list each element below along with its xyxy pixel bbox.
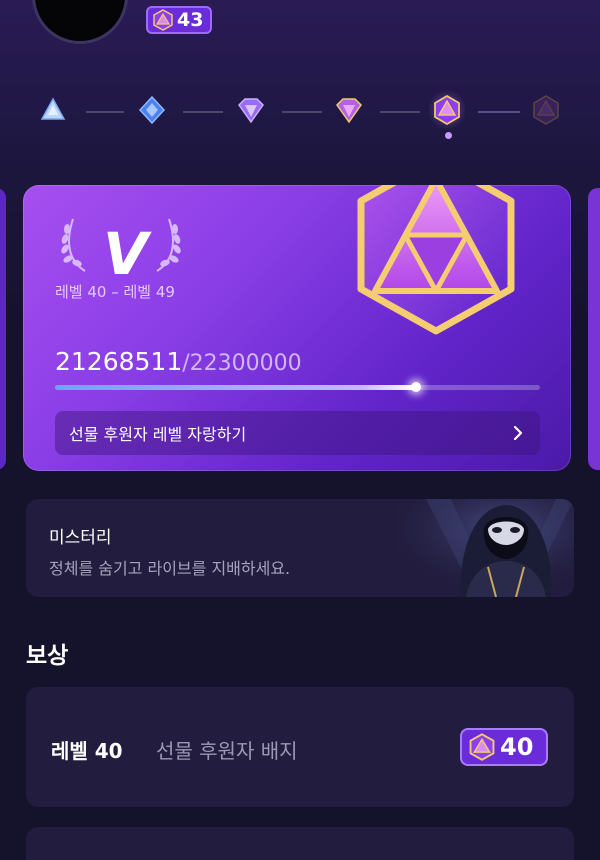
masked-figure-icon [396, 499, 574, 597]
tier-emblem-icon [357, 185, 515, 335]
reward-level: 레벨 40 [51, 739, 123, 763]
laurel-right-icon [156, 218, 181, 272]
gem-icon [469, 733, 495, 761]
tier-connector [282, 111, 322, 113]
chevron-right-icon [513, 425, 523, 441]
reward-badge-number: 40 [500, 733, 534, 761]
tier-5-icon[interactable] [431, 94, 463, 126]
progress-track [55, 382, 540, 392]
laurel-left-icon [61, 218, 86, 272]
tier-2-icon[interactable] [136, 94, 168, 126]
reward-item[interactable]: 레벨 40 선물 후원자 배지 40 [26, 687, 574, 807]
prev-level-card[interactable] [0, 188, 6, 470]
level-badge[interactable]: 43 [146, 6, 212, 34]
level-range: 레벨 40 – 레벨 49 [55, 283, 175, 301]
next-level-card[interactable] [588, 188, 600, 470]
mystery-subtitle: 정체를 숨기고 라이브를 지배하세요. [49, 559, 291, 578]
tier-1-icon[interactable] [37, 94, 69, 126]
tier-4-icon[interactable] [333, 94, 365, 126]
boast-level-button[interactable]: 선물 후원자 레벨 자랑하기 [55, 411, 540, 455]
tier-connector [183, 111, 223, 113]
tier-connector [478, 111, 520, 113]
progress-total: /22300000 [182, 351, 302, 376]
progress-current: 21268511 [55, 347, 183, 376]
gem-icon [153, 9, 173, 31]
mystery-card[interactable]: 미스터리 정체를 숨기고 라이브를 지배하세요. [26, 499, 574, 597]
tier-connector [380, 111, 420, 113]
tier-3-icon[interactable] [235, 94, 267, 126]
current-tier-indicator [445, 132, 452, 139]
mystery-title: 미스터리 [49, 528, 112, 548]
tier-6-icon[interactable] [530, 94, 562, 126]
reward-name: 선물 후원자 배지 [156, 739, 298, 763]
reward-item[interactable] [26, 827, 574, 860]
progress-fill [55, 385, 416, 390]
reward-badge: 40 [460, 728, 548, 766]
tier-connector [86, 111, 124, 113]
level-badge-number: 43 [177, 9, 204, 31]
progress-text: 21268511/22300000 [55, 347, 302, 376]
tier-progress-bar [0, 88, 600, 138]
level-roman-numeral: V [103, 220, 148, 288]
progress-knob [411, 382, 421, 392]
boast-level-label: 선물 후원자 레벨 자랑하기 [69, 425, 247, 444]
level-card: V 레벨 40 – 레벨 49 21268511/22300000 선물 후원자… [23, 185, 571, 471]
rewards-heading: 보상 [26, 643, 69, 669]
